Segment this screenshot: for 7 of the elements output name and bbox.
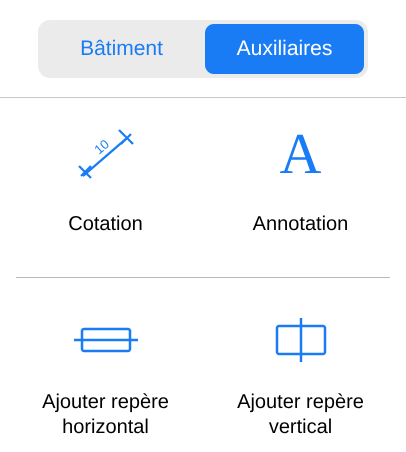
tool-button[interactable]: 10 Cotation — [8, 98, 203, 277]
tool-button[interactable]: Ajouter repère vertical — [203, 278, 398, 448]
letter-icon: A — [280, 128, 322, 180]
segment-tab[interactable]: Auxiliaires — [205, 24, 364, 74]
tool-button[interactable]: A Annotation — [203, 98, 398, 277]
tool-button[interactable]: Ajouter repère horizontal — [8, 278, 203, 448]
vertical-guide-icon — [274, 318, 326, 362]
